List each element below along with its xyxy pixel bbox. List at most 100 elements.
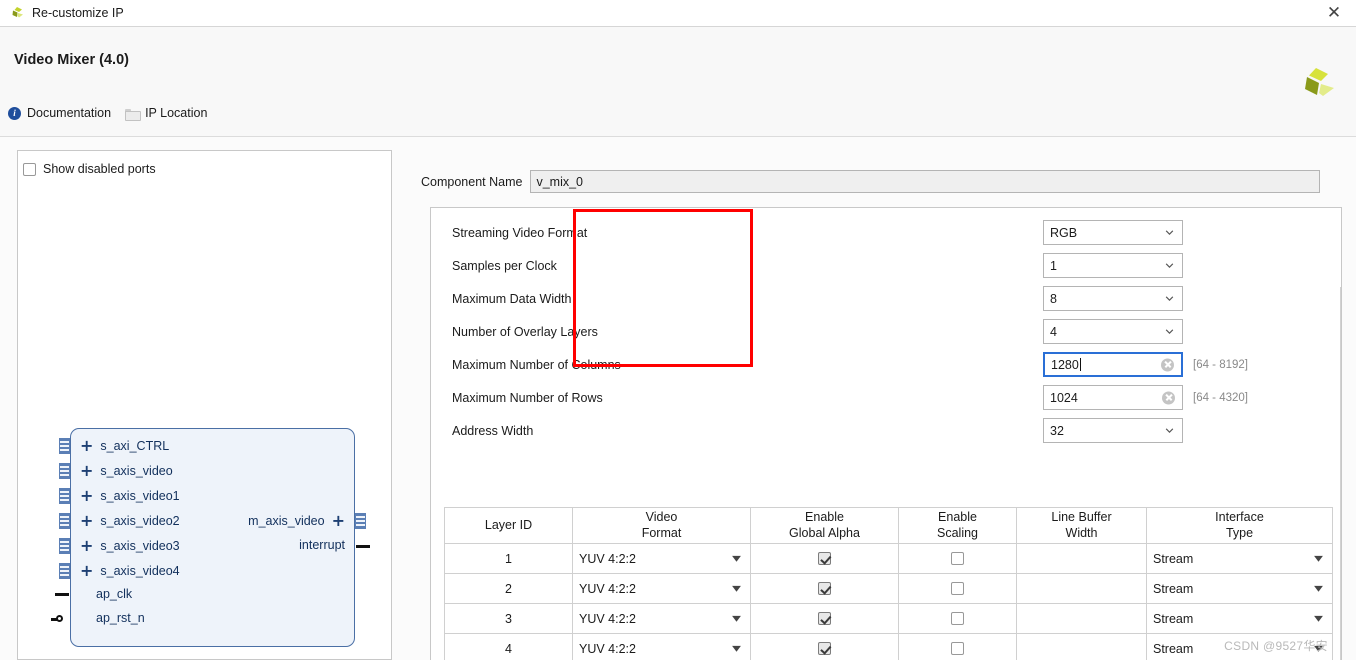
- port-ap-rst-n: ap_rst_n: [96, 611, 145, 625]
- panel-right-edge: [1340, 287, 1341, 660]
- plus-icon[interactable]: +: [332, 513, 345, 529]
- port-label: ap_clk: [96, 587, 133, 601]
- plus-icon[interactable]: +: [80, 538, 93, 554]
- scaling-checkbox[interactable]: [899, 582, 1016, 595]
- plus-icon[interactable]: +: [80, 463, 93, 479]
- field-address-width: Address Width 32: [431, 414, 1343, 447]
- field-control: 1280: [1043, 352, 1183, 377]
- cell-line-buffer-width[interactable]: [1016, 543, 1147, 574]
- cell-interface-type[interactable]: Stream: [1146, 603, 1333, 634]
- global-alpha-checkbox[interactable]: [751, 612, 898, 625]
- interface-type-dropdown[interactable]: Stream: [1147, 575, 1332, 603]
- component-name-input[interactable]: [530, 170, 1321, 193]
- global-alpha-checkbox[interactable]: [751, 582, 898, 595]
- cell-interface-type[interactable]: Stream: [1146, 573, 1333, 604]
- checkbox-box: [951, 552, 964, 565]
- cell-layer-id: 3: [444, 603, 573, 634]
- maximum-number-of-rows-input[interactable]: 1024: [1043, 385, 1183, 410]
- maximum-number-of-columns-input[interactable]: 1280: [1043, 352, 1183, 377]
- cell-enable-global-alpha[interactable]: [750, 543, 899, 574]
- cell-video-format[interactable]: YUV 4:2:2: [572, 633, 751, 660]
- plus-icon[interactable]: +: [80, 488, 93, 504]
- field-label: Maximum Number of Columns: [452, 357, 621, 372]
- port-ap-clk: ap_clk: [96, 587, 132, 601]
- global-alpha-checkbox[interactable]: [751, 642, 898, 655]
- scaling-checkbox[interactable]: [899, 642, 1016, 655]
- cell-video-format[interactable]: YUV 4:2:2: [572, 573, 751, 604]
- interface-type-dropdown[interactable]: Stream: [1147, 605, 1332, 633]
- field-control: 32: [1043, 418, 1183, 443]
- component-name-label: Component Name: [421, 174, 523, 189]
- cell-enable-global-alpha[interactable]: [750, 633, 899, 660]
- field-control: 1024: [1043, 385, 1183, 410]
- show-disabled-ports-checkbox[interactable]: Show disabled ports: [23, 162, 156, 176]
- port-s-axis-video: + s_axis_video: [80, 463, 173, 479]
- field-maximum-number-of-columns: Maximum Number of Columns 1280 [64 - 819…: [431, 348, 1343, 381]
- maximum-data-width-dropdown[interactable]: 8: [1043, 286, 1183, 311]
- chevron-down-icon: [1314, 615, 1323, 622]
- ip-location-label: IP Location: [145, 106, 208, 120]
- global-alpha-checkbox[interactable]: [751, 552, 898, 565]
- cell-line-buffer-width[interactable]: [1016, 603, 1147, 634]
- scaling-checkbox[interactable]: [899, 612, 1016, 625]
- options-box: Streaming Video Format RGB Samples per C…: [430, 207, 1342, 660]
- folder-icon: [125, 108, 142, 121]
- pin-stub-ap-rst-n-line: [51, 618, 58, 621]
- field-control: 8: [1043, 286, 1183, 311]
- cell-enable-global-alpha[interactable]: [750, 603, 899, 634]
- cell-video-format[interactable]: YUV 4:2:2: [572, 543, 751, 574]
- columns-range-hint: [64 - 8192]: [1193, 358, 1248, 371]
- bus-stub: [59, 438, 70, 454]
- cell-enable-scaling[interactable]: [898, 633, 1017, 660]
- video-format-dropdown[interactable]: YUV 4:2:2: [573, 575, 750, 603]
- interface-type-dropdown[interactable]: Stream: [1147, 545, 1332, 573]
- pin-stub-interrupt: [356, 545, 370, 548]
- chevron-down-icon: [1165, 328, 1174, 334]
- cell-enable-scaling[interactable]: [898, 603, 1017, 634]
- cell-line-buffer-width[interactable]: [1016, 573, 1147, 604]
- table-row: 4 YUV 4:2:2 Stream: [444, 633, 1333, 660]
- port-label: m_axis_video: [248, 514, 325, 528]
- cell-line-buffer-width[interactable]: [1016, 633, 1147, 660]
- col-line1: Enable: [938, 509, 977, 524]
- port-label: s_axi_CTRL: [100, 439, 170, 453]
- clear-icon[interactable]: [1161, 358, 1174, 371]
- plus-icon[interactable]: +: [80, 513, 93, 529]
- video-format-dropdown[interactable]: YUV 4:2:2: [573, 545, 750, 573]
- chevron-down-icon: [1314, 585, 1323, 592]
- documentation-link[interactable]: i Documentation: [8, 106, 111, 120]
- samples-per-clock-dropdown[interactable]: 1: [1043, 253, 1183, 278]
- cell-interface-type[interactable]: Stream: [1146, 543, 1333, 574]
- scaling-checkbox[interactable]: [899, 552, 1016, 565]
- plus-icon[interactable]: +: [80, 438, 93, 454]
- dropdown-value: 4: [1050, 324, 1057, 339]
- rows-range-hint: [64 - 4320]: [1193, 391, 1248, 404]
- plus-icon[interactable]: +: [80, 563, 93, 579]
- clear-icon[interactable]: [1162, 391, 1175, 404]
- close-icon[interactable]: ✕: [1312, 0, 1356, 27]
- watermark: CSDN @9527华安: [1224, 639, 1328, 653]
- cell-enable-scaling[interactable]: [898, 573, 1017, 604]
- dropdown-value: Stream: [1153, 581, 1194, 596]
- port-label: s_axis_video4: [100, 564, 180, 578]
- number-of-overlay-layers-dropdown[interactable]: 4: [1043, 319, 1183, 344]
- cell-video-format[interactable]: YUV 4:2:2: [572, 603, 751, 634]
- cell-enable-scaling[interactable]: [898, 543, 1017, 574]
- input-value: 1280: [1051, 357, 1079, 372]
- chevron-down-icon: [732, 615, 741, 622]
- ip-location-link[interactable]: IP Location: [125, 106, 208, 121]
- streaming-video-format-dropdown[interactable]: RGB: [1043, 220, 1183, 245]
- chevron-down-icon: [732, 585, 741, 592]
- chevron-down-icon: [1165, 427, 1174, 433]
- ip-header: Video Mixer (4.0) i Documentation IP Loc…: [0, 27, 1356, 137]
- port-label: interrupt: [299, 538, 345, 552]
- xilinx-brand-logo-icon: [1296, 63, 1338, 105]
- video-format-dropdown[interactable]: YUV 4:2:2: [573, 635, 750, 660]
- video-format-dropdown[interactable]: YUV 4:2:2: [573, 605, 750, 633]
- checkbox-box: [951, 582, 964, 595]
- address-width-dropdown[interactable]: 32: [1043, 418, 1183, 443]
- port-label: s_axis_video1: [100, 489, 180, 503]
- cell-enable-global-alpha[interactable]: [750, 573, 899, 604]
- dropdown-value: Stream: [1153, 641, 1194, 656]
- config-panel: Component Name Streaming Video Format RG…: [421, 150, 1342, 660]
